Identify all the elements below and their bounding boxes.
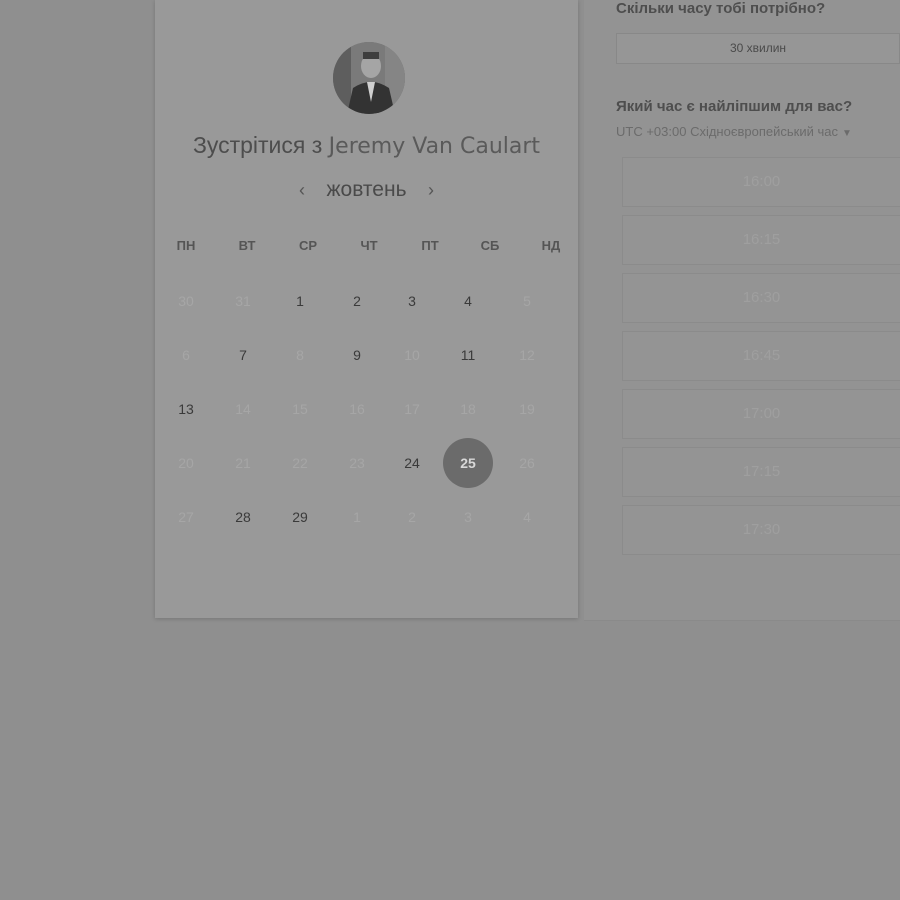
calendar-day[interactable]: 2 (337, 291, 377, 311)
time-slot[interactable]: 16:15 (622, 215, 900, 265)
calendar-day[interactable]: 28 (223, 507, 263, 527)
time-slot[interactable]: 16:00 (622, 157, 900, 207)
calendar-card: Зустрітися з Jeremy Van Caulart ‹ жовтен… (155, 0, 578, 618)
calendar-day: 26 (519, 455, 535, 471)
calendar-day-selected[interactable]: 25 (443, 438, 493, 488)
calendar-day: 4 (523, 509, 531, 525)
calendar-day: 15 (292, 401, 308, 417)
calendar-day[interactable]: 11 (448, 345, 488, 365)
calendar-day: 20 (178, 455, 194, 471)
calendar-day[interactable]: 3 (392, 291, 432, 311)
calendar-days-grid: 30 31 1 2 3 4 5 6 7 8 9 10 11 12 13 14 15 16 17 18 19 20 21 22 2… (155, 0, 578, 618)
calendar-day: 18 (460, 401, 476, 417)
calendar-day: 2 (408, 509, 416, 525)
calendar-day: 31 (235, 293, 251, 309)
calendar-day: 16 (349, 401, 365, 417)
calendar-day: 14 (235, 401, 251, 417)
booking-panel: Скільки часу тобі потрібно? 30 хвилин Як… (584, 0, 900, 621)
time-slot[interactable]: 17:15 (622, 447, 900, 497)
calendar-day: 3 (464, 509, 472, 525)
time-slot[interactable]: 16:45 (622, 331, 900, 381)
calendar-day: 27 (178, 509, 194, 525)
calendar-day: 22 (292, 455, 308, 471)
time-slot[interactable]: 17:30 (622, 505, 900, 555)
time-slot[interactable]: 17:00 (622, 389, 900, 439)
calendar-day: 30 (178, 293, 194, 309)
time-question: Який час є найліпшим для вас? (616, 98, 853, 115)
duration-question: Скільки часу тобі потрібно? (616, 0, 826, 17)
calendar-day[interactable]: 1 (280, 291, 320, 311)
calendar-day: 10 (404, 347, 420, 363)
calendar-day[interactable]: 29 (280, 507, 320, 527)
calendar-day: 23 (349, 455, 365, 471)
timezone-select[interactable]: UTC +03:00 Східноєвропейський час ▼ (616, 124, 852, 139)
caret-down-icon: ▼ (841, 128, 852, 139)
calendar-day: 1 (353, 509, 361, 525)
calendar-day[interactable]: 13 (166, 399, 206, 419)
calendar-day: 6 (182, 347, 190, 363)
calendar-day: 5 (523, 293, 531, 309)
page: Зустрітися з Jeremy Van Caulart ‹ жовтен… (0, 0, 900, 900)
calendar-day[interactable]: 24 (392, 453, 432, 473)
calendar-day[interactable]: 4 (448, 291, 488, 311)
calendar-day: 19 (519, 401, 535, 417)
duration-select[interactable]: 30 хвилин (616, 33, 900, 64)
calendar-day[interactable]: 7 (223, 345, 263, 365)
calendar-day: 21 (235, 455, 251, 471)
calendar-day[interactable]: 9 (337, 345, 377, 365)
calendar-day: 17 (404, 401, 420, 417)
calendar-day: 8 (296, 347, 304, 363)
time-slot[interactable]: 16:30 (622, 273, 900, 323)
timezone-label: UTC +03:00 Східноєвропейський час (616, 124, 838, 139)
calendar-day: 12 (519, 347, 535, 363)
